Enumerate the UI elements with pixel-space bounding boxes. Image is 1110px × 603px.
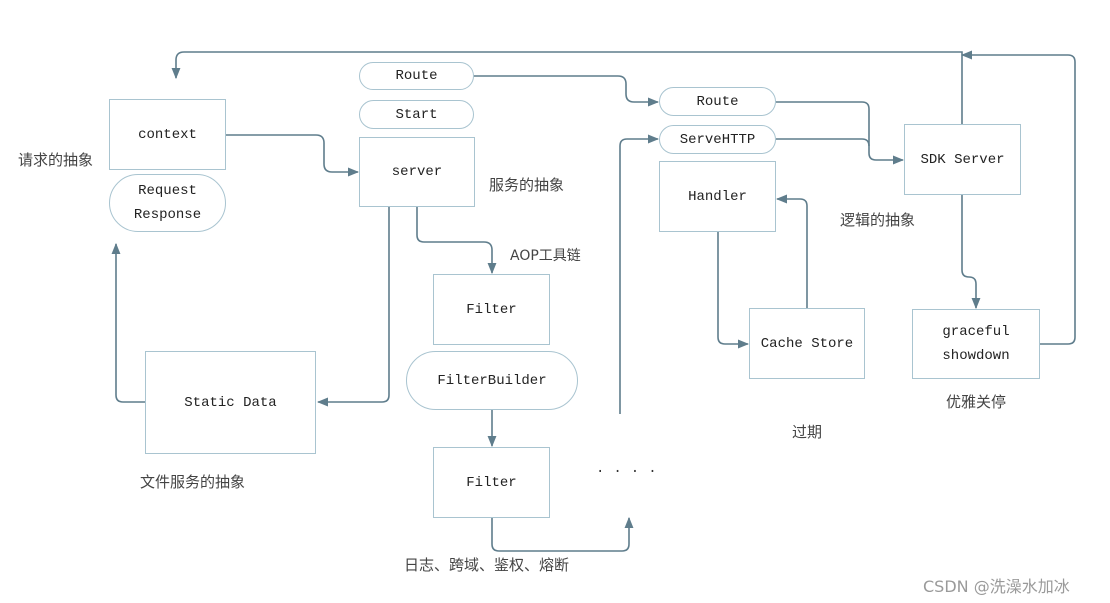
static-data-node[interactable]: Static Data xyxy=(145,351,316,454)
service-abstraction-label: 服务的抽象 xyxy=(489,176,565,194)
start-label: Start xyxy=(395,106,438,123)
ellipsis-marker: ···· xyxy=(596,464,666,480)
route-top-label: Route xyxy=(395,68,438,84)
watermark: CSDN @洗澡水加冰 xyxy=(923,577,1070,596)
edge-route-to-route xyxy=(474,75,660,107)
graceful-label: graceful xyxy=(942,324,1010,340)
start-node[interactable]: Start xyxy=(359,100,474,129)
file-service-abstraction-label: 文件服务的抽象 xyxy=(140,473,246,491)
filter-builder-node[interactable]: FilterBuilder xyxy=(406,351,578,410)
sdk-server-node[interactable]: SDK Server xyxy=(904,124,1021,195)
filter-builder-label: FilterBuilder xyxy=(437,372,547,389)
route-node-right[interactable]: Route xyxy=(659,87,776,116)
edge-cache-to-handler xyxy=(775,194,808,308)
edge-filter-to-ellipsis xyxy=(491,516,634,552)
context-node-label: context xyxy=(138,126,197,143)
edge-handler-to-cache xyxy=(717,232,750,349)
serve-http-label: ServeHTTP xyxy=(679,131,756,148)
edge-static-to-request xyxy=(111,242,146,403)
edge-server-to-static xyxy=(316,207,390,407)
edge-context-to-server xyxy=(226,134,360,177)
static-data-label: Static Data xyxy=(184,394,277,411)
expiry-label: 过期 xyxy=(792,423,823,441)
serve-http-node[interactable]: ServeHTTP xyxy=(659,125,776,154)
edge-route-to-sdk xyxy=(776,101,905,165)
server-label: server xyxy=(391,164,443,180)
filter-examples-label: 日志、跨域、鉴权、熔断 xyxy=(404,556,570,574)
filter-node-2[interactable]: Filter xyxy=(433,447,550,518)
edge-sdk-to-graceful xyxy=(961,195,981,310)
response-label: Response xyxy=(133,207,202,223)
filter-1-label: Filter xyxy=(466,301,517,318)
showdown-label: showdown xyxy=(942,348,1010,364)
graceful-showdown-node[interactable]: graceful showdown xyxy=(912,309,1040,379)
request-label: Request xyxy=(138,183,197,199)
edge-server-to-filter xyxy=(416,207,497,275)
server-node[interactable]: server xyxy=(359,137,475,207)
filter-node-1[interactable]: Filter xyxy=(433,274,550,345)
handler-label: Handler xyxy=(688,188,747,205)
aop-toolchain-label: AOP工具链 xyxy=(510,248,581,264)
connector-layer xyxy=(111,50,1076,552)
route-right-label: Route xyxy=(696,93,739,110)
cache-store-label: Cache Store xyxy=(760,335,854,352)
route-node-top[interactable]: Route xyxy=(359,62,474,90)
graceful-shutdown-label: 优雅关停 xyxy=(946,393,1007,411)
edge-to-servehttp xyxy=(619,134,660,414)
request-abstraction-label: 请求的抽象 xyxy=(18,151,94,169)
edge-servehttp-to-sdk xyxy=(776,138,870,147)
logic-abstraction-label: 逻辑的抽象 xyxy=(840,211,916,229)
edge-graceful-loop xyxy=(960,50,1076,345)
request-response-node[interactable]: Request Response xyxy=(109,174,226,232)
edge-sdk-to-context xyxy=(171,51,963,124)
sdk-server-label: SDK Server xyxy=(920,151,1005,168)
filter-2-label: Filter xyxy=(466,474,517,491)
handler-node[interactable]: Handler xyxy=(659,161,776,232)
cache-store-node[interactable]: Cache Store xyxy=(749,308,865,379)
context-node[interactable]: context xyxy=(109,99,226,170)
